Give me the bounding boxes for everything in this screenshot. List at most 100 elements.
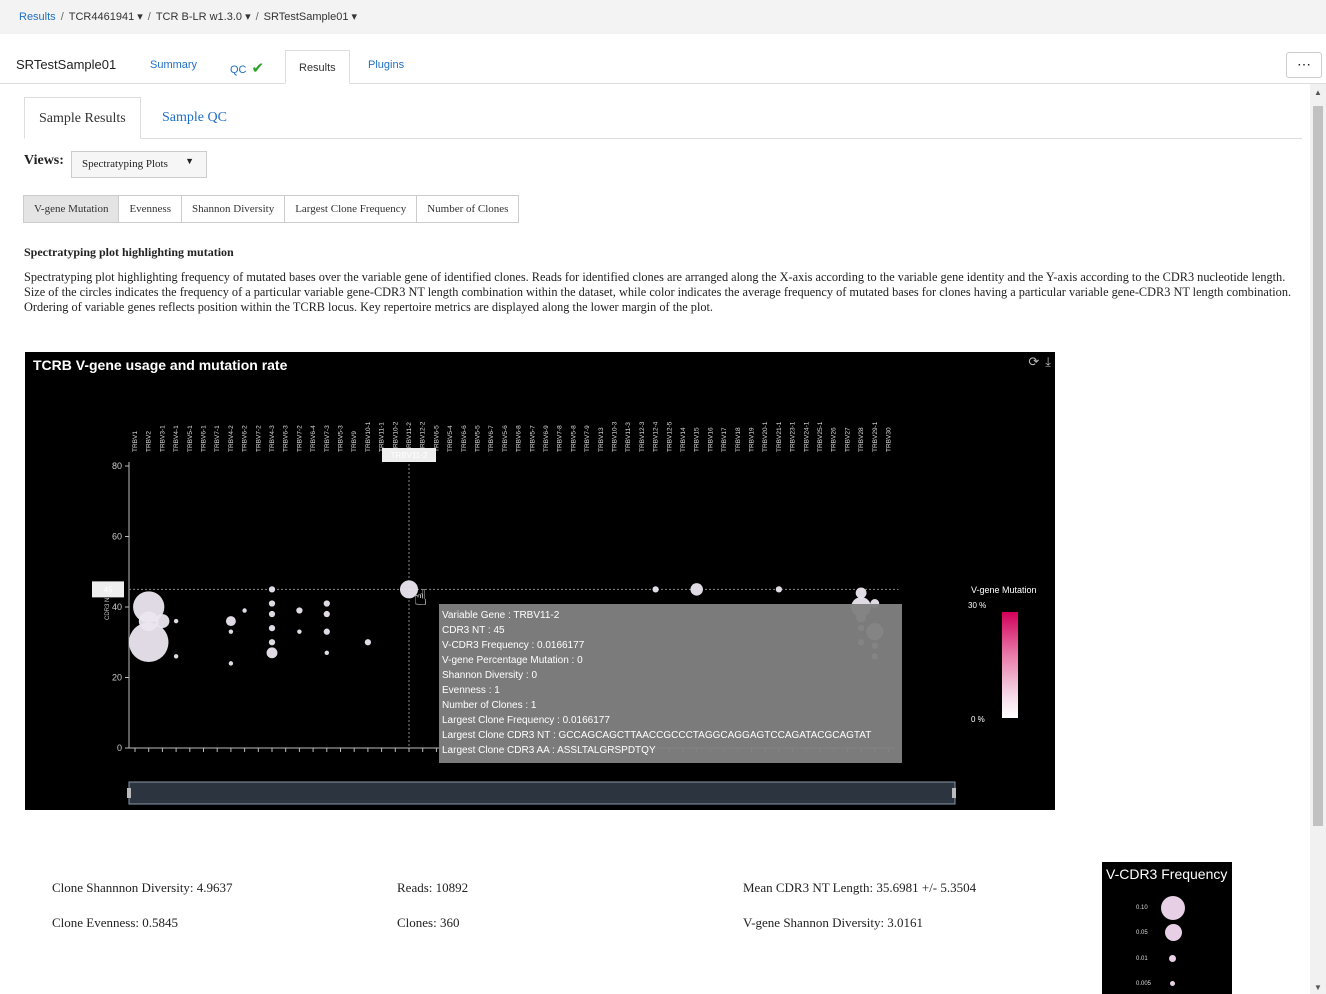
x-category-label: TRBV29-1: [872, 421, 879, 452]
data-point: [242, 608, 247, 613]
views-label: Views:: [24, 153, 64, 168]
x-category-label: TRBV20-1: [762, 421, 769, 452]
mutation-legend-title: V-gene Mutation: [971, 585, 1037, 595]
x-category-label: TRBV10-3: [612, 421, 619, 452]
metric-tab-shannon-diversity[interactable]: Shannon Diversity: [181, 195, 286, 223]
x-category-label: TRBV26: [831, 427, 838, 452]
scroll-thumb[interactable]: [1313, 106, 1323, 826]
x-category-label: TRBV7-9: [584, 425, 591, 452]
data-point: [323, 610, 330, 618]
x-category-label: TRBV6-4: [310, 425, 317, 452]
breadcrumb-assay[interactable]: TCR B-LR w1.3.0 ▾: [156, 11, 251, 23]
data-point: [228, 661, 234, 666]
data-point: [228, 629, 234, 634]
breadcrumb-run[interactable]: TCR4461941 ▾: [69, 11, 143, 23]
hand-cursor-icon: ☝: [414, 586, 428, 611]
data-point: [225, 616, 236, 627]
tooltip-line: Shannon Diversity : 0: [442, 670, 538, 681]
y-tick-label: 80: [112, 461, 122, 471]
data-point: [268, 610, 276, 618]
x-category-label: TRBV12-2: [420, 421, 427, 452]
breadcrumb-sample[interactable]: SRTestSample01 ▾: [264, 11, 357, 23]
data-point: [364, 639, 372, 646]
x-category-label: TRBV18: [735, 427, 742, 452]
x-category-label: TRBV5-8: [570, 425, 577, 452]
x-category-label: TRBV16: [707, 427, 714, 452]
plot-tooltip: Variable Gene : TRBV11-2 CDR3 NT : 45 V-…: [439, 604, 902, 763]
metric-tab-group: V-gene Mutation Evenness Shannon Diversi…: [23, 195, 520, 223]
x-category-label: TRBV28: [858, 427, 865, 452]
frequency-legend-label: 0.005: [1136, 981, 1152, 987]
check-icon: ✔: [251, 60, 265, 77]
views-dropdown[interactable]: Spectratyping Plots ▼: [71, 151, 207, 178]
tab-summary[interactable]: Summary: [150, 59, 197, 71]
metric-tab-largest-clone-frequency[interactable]: Largest Clone Frequency: [284, 195, 418, 223]
x-category-label: TRBV2: [146, 431, 153, 452]
breadcrumb-results[interactable]: Results: [19, 11, 56, 23]
stat-vgene-shannon: V-gene Shannon Diversity: 3.0161: [743, 915, 924, 930]
tooltip-line: V-CDR3 Frequency : 0.0166177: [442, 640, 585, 651]
x-category-label: TRBV5-5: [475, 425, 482, 452]
x-category-label: TRBV12-3: [639, 421, 646, 452]
x-category-label: TRBV1: [132, 431, 139, 452]
range-slider-left-handle: [127, 788, 131, 798]
x-category-label: TRBV5-3: [338, 425, 345, 452]
tab-qc[interactable]: QC ✔: [230, 59, 264, 77]
more-options-button[interactable]: ⋯: [1286, 52, 1322, 78]
x-category-label: TRBV19: [749, 427, 756, 452]
tab-sample-qc[interactable]: Sample QC: [148, 97, 241, 139]
breadcrumb: Results / TCR4461941 ▾ / TCR B-LR w1.3.0 ▾ / S…: [0, 0, 1326, 34]
stat-clones: Clones: 360: [397, 915, 460, 930]
frequency-circle: [1165, 924, 1182, 941]
metric-tab-vgene-mutation[interactable]: V-gene Mutation: [23, 195, 120, 223]
x-category-label: TRBV14: [680, 427, 687, 452]
vertical-scrollbar[interactable]: ▲ ▼: [1310, 84, 1326, 994]
mutation-color-scale[interactable]: [1002, 612, 1018, 718]
x-category-label: TRBV7-2: [296, 425, 303, 452]
breadcrumb-separator: /: [255, 11, 259, 23]
x-category-label: TRBV11-3: [625, 422, 632, 452]
tab-plugins[interactable]: Plugins: [368, 59, 404, 71]
tooltip-line: Largest Clone Frequency : 0.0166177: [442, 715, 610, 726]
data-point: [652, 586, 659, 593]
highlight-y-label: 45: [104, 585, 113, 594]
data-point: [323, 600, 330, 607]
y-tick-label: 20: [112, 673, 122, 683]
x-category-label: TRBV6-3: [283, 425, 290, 452]
x-category-label: TRBV27: [844, 427, 851, 452]
scroll-up-icon[interactable]: ▲: [1314, 88, 1322, 97]
x-category-label: TRBV10-1: [365, 421, 372, 452]
tooltip-line: Evenness : 1: [442, 685, 500, 696]
data-point: [268, 639, 276, 646]
section-description: Spectratyping plot highlighting frequenc…: [24, 270, 1292, 314]
x-category-label: TRBV10-2: [392, 421, 399, 452]
data-point: [690, 583, 703, 596]
metric-tab-number-of-clones[interactable]: Number of Clones: [416, 195, 520, 223]
data-point: [324, 650, 330, 656]
tooltip-line: Variable Gene : TRBV11-2: [442, 610, 560, 621]
x-category-label: TRBV6-2: [242, 425, 249, 452]
tooltip-line: Largest Clone CDR3 AA : ASSLTALGRSPDTQY: [442, 745, 656, 756]
frequency-legend: V-CDR3 Frequency 0.10 0.05 0.01 0.005: [1102, 862, 1232, 994]
data-point: [155, 614, 170, 629]
data-point: [268, 625, 276, 632]
stat-reads: Reads: 10892: [397, 880, 469, 895]
metric-tab-evenness[interactable]: Evenness: [118, 195, 182, 223]
x-category-label: TRBV7-2: [255, 425, 262, 452]
tooltip-line: Number of Clones : 1: [442, 700, 537, 711]
x-category-label: TRBV5-1: [187, 425, 194, 452]
frequency-legend-label: 0.05: [1136, 930, 1148, 936]
scroll-down-icon[interactable]: ▼: [1314, 983, 1322, 992]
data-point: [266, 647, 278, 659]
x-category-label: TRBV6-6: [461, 425, 468, 452]
tab-qc-label: QC: [230, 64, 247, 76]
tooltip-line: CDR3 NT : 45: [442, 625, 505, 636]
x-category-label: TRBV4-3: [269, 425, 276, 452]
breadcrumb-separator: /: [60, 11, 64, 23]
tab-sample-results[interactable]: Sample Results: [24, 97, 141, 139]
frequency-circle: [1161, 896, 1185, 920]
y-tick-label: 60: [112, 532, 122, 542]
x-category-label: TRBV6-7: [488, 425, 495, 452]
tab-results[interactable]: Results: [285, 50, 350, 84]
highlight-gene-label: TRBV11-2: [391, 451, 428, 460]
